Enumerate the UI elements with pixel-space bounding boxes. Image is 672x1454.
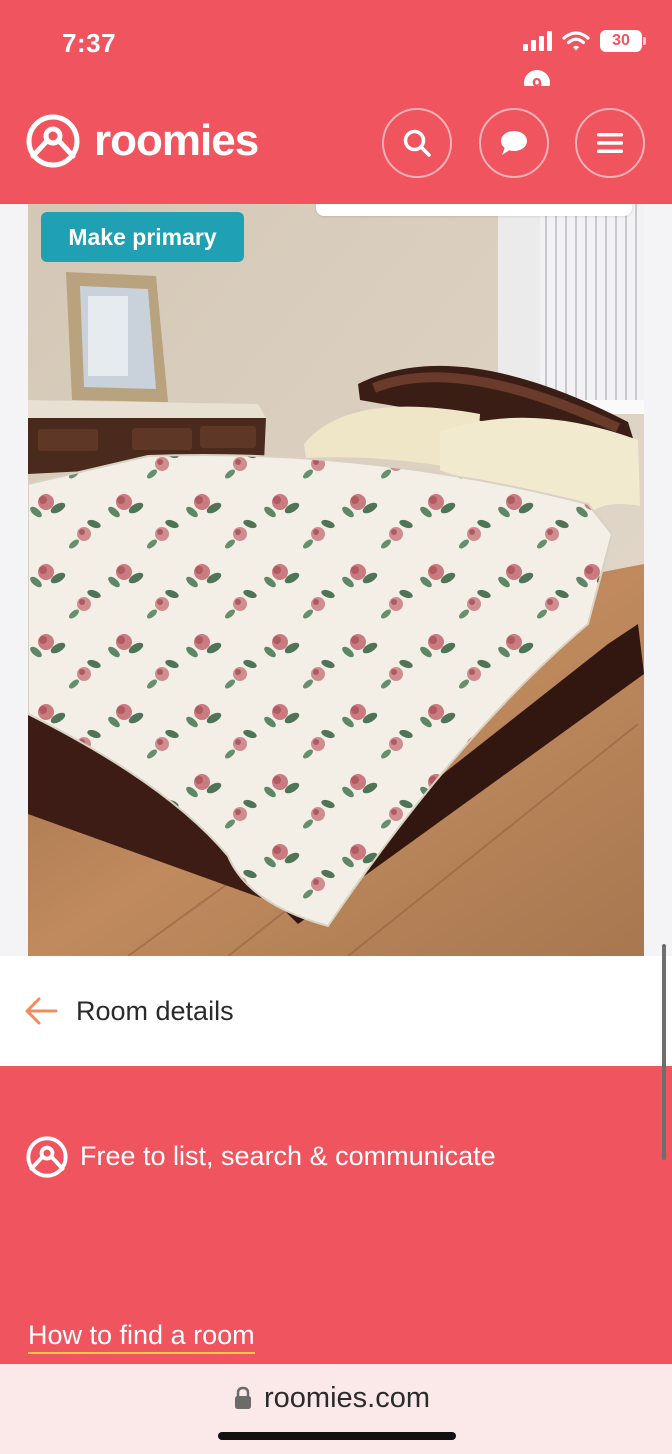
battery-icon: 30 bbox=[600, 30, 646, 52]
home-indicator[interactable] bbox=[218, 1432, 456, 1440]
menu-button[interactable] bbox=[575, 108, 645, 178]
scrollbar[interactable] bbox=[662, 944, 666, 1160]
how-to-find-room-link[interactable]: How to find a room bbox=[28, 1320, 255, 1354]
status-bar: 7:37 30 bbox=[0, 0, 672, 86]
status-time: 7:37 bbox=[62, 28, 117, 58]
hamburger-menu-icon bbox=[597, 133, 623, 153]
messages-button[interactable] bbox=[479, 108, 549, 178]
search-icon bbox=[403, 129, 431, 157]
signal-icon bbox=[523, 31, 552, 51]
roomies-logo-icon bbox=[26, 114, 80, 168]
site-footer: Free to list, search & communicate How t… bbox=[0, 1066, 672, 1366]
wifi-icon bbox=[562, 31, 590, 51]
make-primary-button[interactable]: Make primary bbox=[41, 212, 244, 262]
back-arrow-icon[interactable] bbox=[24, 996, 58, 1026]
room-details-bar: Room details bbox=[0, 956, 672, 1066]
brand-name: roomies bbox=[94, 116, 259, 165]
top-navbar: roomies bbox=[0, 86, 672, 204]
roomies-logo-icon bbox=[26, 1136, 68, 1178]
footer-tagline: Free to list, search & communicate bbox=[80, 1141, 496, 1171]
browser-address-bar[interactable]: roomies.com bbox=[0, 1364, 672, 1454]
room-photo[interactable] bbox=[28, 204, 644, 956]
brand-logo[interactable]: roomies bbox=[26, 114, 259, 168]
search-button[interactable] bbox=[382, 108, 452, 178]
room-details-title: Room details bbox=[76, 996, 234, 1026]
status-icons: 30 bbox=[523, 30, 646, 52]
lock-icon bbox=[235, 1386, 251, 1409]
chat-bubble-icon bbox=[501, 131, 527, 155]
bedroom-illustration bbox=[28, 204, 644, 956]
overlay-card-edge bbox=[316, 204, 632, 216]
url-text: roomies.com bbox=[264, 1382, 430, 1414]
